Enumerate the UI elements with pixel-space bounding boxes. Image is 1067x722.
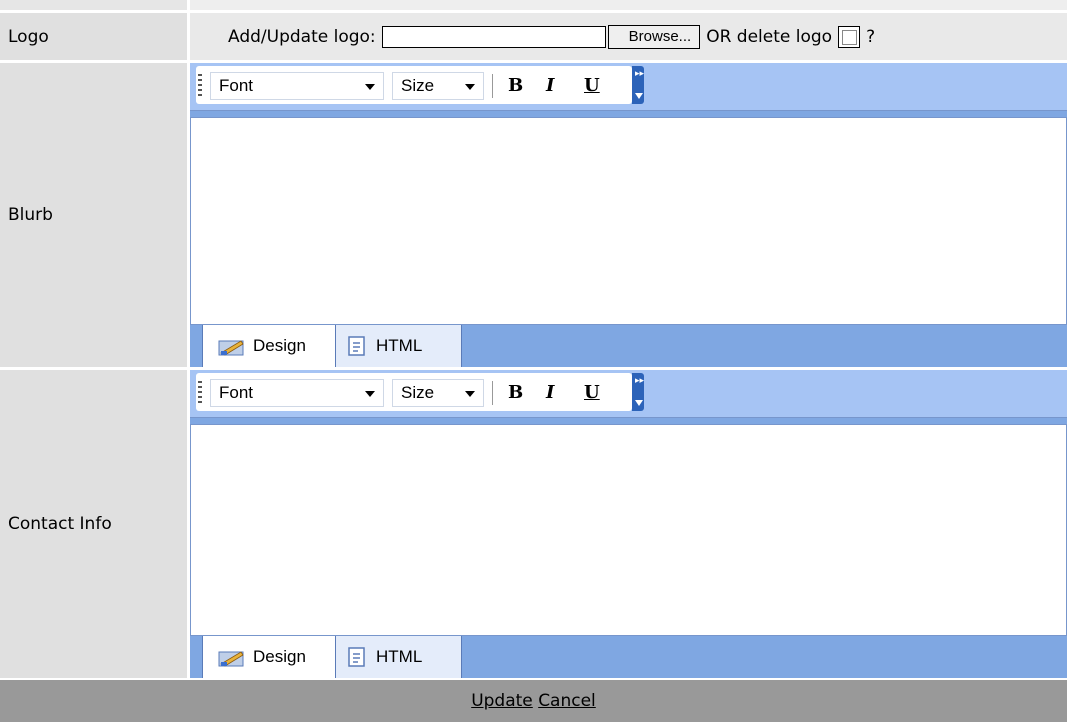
cancel-link[interactable]: Cancel [538, 691, 596, 711]
form-footer: Update Cancel [0, 680, 1067, 722]
chevron-down-icon [465, 391, 475, 397]
delete-logo-text: OR delete logo [706, 26, 833, 47]
chevron-down-icon [365, 84, 375, 90]
logo-row: Logo Add/Update logo: Browse... OR delet… [0, 13, 1067, 60]
tab-html-label: HTML [376, 336, 423, 355]
bold-button[interactable]: B [508, 380, 523, 406]
blurb-mode-tabs: Design HTML [190, 325, 1067, 367]
contact-editor: Font Size B I U ▸▸ Design HTML [190, 370, 1067, 678]
blurb-edit-area[interactable] [190, 117, 1067, 325]
logo-file-input[interactable] [381, 25, 606, 48]
html-icon [348, 647, 365, 667]
tab-design-label: Design [253, 336, 306, 355]
design-icon [218, 651, 244, 667]
italic-button[interactable]: I [546, 73, 554, 99]
tab-html[interactable]: HTML [336, 636, 462, 678]
design-icon [218, 340, 244, 356]
toolbar-grip-icon[interactable] [198, 74, 202, 98]
blurb-toolbar: Font Size B I U ▸▸ [190, 63, 1067, 117]
logo-label: Logo [0, 13, 187, 60]
update-link[interactable]: Update [471, 691, 533, 711]
toolbar-options-icon[interactable]: ▸▸ [632, 373, 644, 411]
toolbar-separator [492, 74, 493, 98]
contact-mode-tabs: Design HTML [190, 636, 1067, 678]
blurb-row: Blurb Font Size B I U ▸▸ Design HTML [0, 63, 1067, 367]
logo-controls: Add/Update logo: Browse... OR delete log… [190, 13, 1067, 60]
tab-html[interactable]: HTML [336, 325, 462, 367]
size-select[interactable]: Size [392, 379, 484, 407]
toolbar-separator [492, 381, 493, 405]
add-update-logo-text: Add/Update logo: [228, 26, 376, 47]
font-select-value: Font [219, 383, 254, 402]
tab-html-label: HTML [376, 647, 423, 666]
tab-design-label: Design [253, 647, 306, 666]
size-select-value: Size [401, 383, 435, 402]
chevron-down-icon [365, 391, 375, 397]
html-icon [348, 336, 365, 356]
tab-design[interactable]: Design [202, 325, 336, 367]
underline-button[interactable]: U [584, 73, 600, 99]
font-select-value: Font [219, 76, 254, 95]
chevron-down-icon [465, 84, 475, 90]
blurb-label: Blurb [0, 63, 187, 367]
browse-button[interactable]: Browse... [607, 24, 701, 49]
size-select-value: Size [401, 76, 435, 95]
toolbar-options-icon[interactable]: ▸▸ [632, 66, 644, 104]
font-select[interactable]: Font [210, 379, 384, 407]
contact-info-label: Contact Info [0, 370, 187, 678]
italic-button[interactable]: I [546, 380, 554, 406]
contact-toolbar: Font Size B I U ▸▸ [190, 370, 1067, 424]
contact-row: Contact Info Font Size B I U ▸▸ Design H… [0, 370, 1067, 678]
size-select[interactable]: Size [392, 72, 484, 100]
delete-logo-checkbox[interactable] [838, 25, 861, 48]
toolbar-grip-icon[interactable] [198, 381, 202, 405]
underline-button[interactable]: U [584, 380, 600, 406]
help-mark: ? [866, 26, 876, 47]
tab-design[interactable]: Design [202, 636, 336, 678]
bold-button[interactable]: B [508, 73, 523, 99]
font-select[interactable]: Font [210, 72, 384, 100]
top-separator [0, 0, 1067, 10]
contact-edit-area[interactable] [190, 424, 1067, 636]
blurb-editor: Font Size B I U ▸▸ Design HTML [190, 63, 1067, 367]
